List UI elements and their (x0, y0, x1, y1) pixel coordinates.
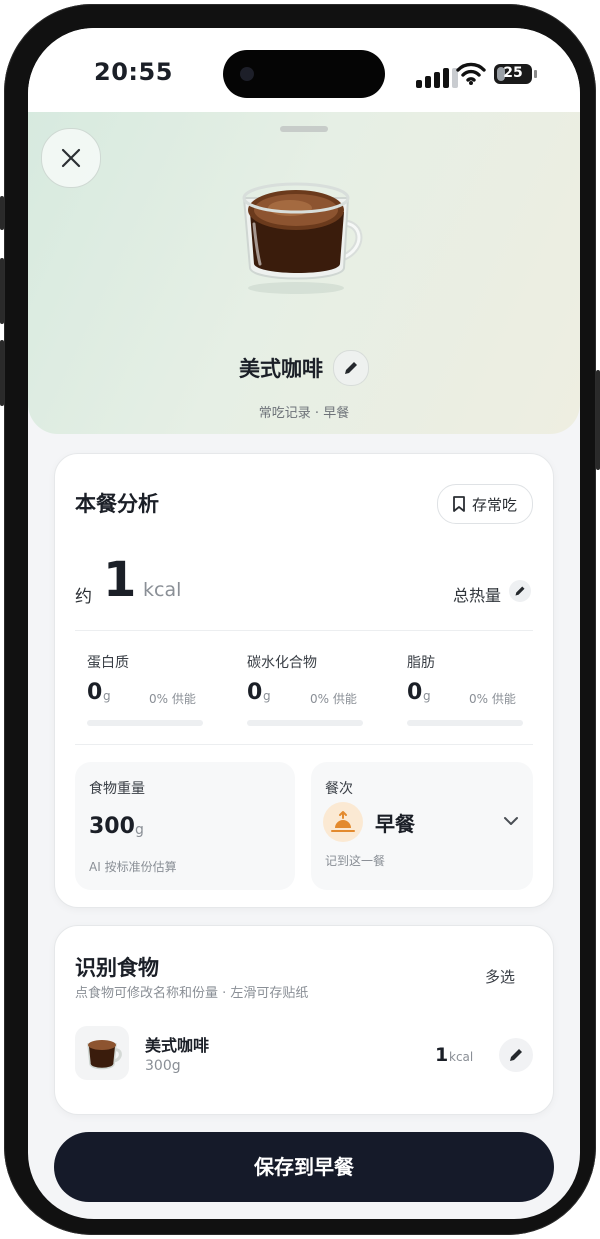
power-button (596, 370, 600, 470)
sheet-handle[interactable] (280, 126, 328, 132)
pencil-icon (515, 586, 525, 596)
food-item-name: 美式咖啡 (145, 1036, 210, 1055)
meal-note: 记到这一餐 (325, 854, 386, 868)
phone-frame: 20:55 25 美式咖啡 常吃记录 · 早餐 本餐分析 存常吃 约 1 kca… (4, 4, 596, 1235)
calorie-unit: kcal (143, 579, 182, 601)
recognized-hint: 点食物可修改名称和份量 · 左滑可存贴纸 (75, 986, 309, 1001)
cellular-signal-icon (416, 66, 460, 88)
macro-supply-protein: 0% 供能 (149, 692, 196, 706)
coffee-cup-image (242, 182, 363, 294)
battery-tip (534, 70, 537, 78)
approx-prefix: 约 (75, 587, 92, 607)
total-calorie-label: 总热量 (453, 586, 502, 605)
food-weight-card[interactable]: 食物重量 300 g AI 按标准份估算 (75, 762, 295, 890)
macro-name-protein: 蛋白质 (87, 655, 129, 671)
save-to-breakfast-button[interactable]: 保存到早餐 (54, 1132, 554, 1202)
wifi-icon (456, 62, 486, 86)
bookmark-icon (453, 496, 465, 512)
status-time: 20:55 (94, 58, 173, 86)
macro-unit-carbs: g (263, 689, 271, 703)
food-item-unit: kcal (449, 1050, 474, 1064)
save-frequent-button[interactable]: 存常吃 (437, 484, 533, 524)
pencil-icon (345, 362, 357, 374)
meal-selector[interactable]: 餐次 早餐 记到这一餐 (311, 762, 533, 890)
food-weight-value: 300 (89, 814, 135, 839)
macro-bar-protein (87, 720, 203, 726)
macro-unit-protein: g (103, 689, 111, 703)
screen: 20:55 25 美式咖啡 常吃记录 · 早餐 本餐分析 存常吃 约 1 kca… (28, 28, 580, 1219)
close-button[interactable] (41, 128, 101, 188)
macro-value-carbs: 0 (247, 680, 263, 705)
hero-header: 美式咖啡 常吃记录 · 早餐 (28, 112, 580, 434)
battery-icon: 25 (494, 64, 532, 84)
divider (75, 630, 533, 631)
edit-name-button[interactable] (333, 350, 369, 386)
macro-name-fat: 脂肪 (407, 655, 435, 671)
multi-select-button[interactable]: 多选 (485, 966, 515, 987)
chevron-down-icon (504, 817, 518, 825)
meal-value: 早餐 (375, 812, 415, 836)
save-frequent-label: 存常吃 (472, 496, 518, 514)
food-weight-unit: g (135, 822, 144, 838)
food-item-calories: 1 (435, 1044, 449, 1066)
battery-level: 25 (503, 65, 523, 81)
macro-supply-carbs: 0% 供能 (310, 692, 357, 706)
food-item-weight: 300g (145, 1058, 181, 1074)
meal-label: 餐次 (325, 781, 353, 797)
sunrise-icon (323, 802, 363, 842)
macro-supply-fat: 0% 供能 (469, 692, 516, 706)
pencil-icon (510, 1049, 522, 1061)
camera-icon (240, 67, 254, 81)
divider (75, 744, 533, 745)
close-icon (61, 148, 81, 168)
analysis-card: 本餐分析 存常吃 约 1 kcal 总热量 蛋白质 0 g 0% 供能 碳水化合… (54, 453, 554, 908)
analysis-title: 本餐分析 (75, 492, 159, 516)
food-weight-label: 食物重量 (89, 781, 145, 797)
macro-bar-carbs (247, 720, 363, 726)
recognized-food-card: 识别食物 多选 点食物可修改名称和份量 · 左滑可存贴纸 美式咖啡 300g 1… (54, 925, 554, 1115)
dish-title-row: 美式咖啡 (28, 350, 580, 386)
calorie-value: 1 (103, 552, 137, 608)
macro-value-protein: 0 (87, 680, 103, 705)
food-list-item[interactable]: 美式咖啡 300g 1 kcal (75, 1026, 533, 1084)
edit-food-button[interactable] (499, 1038, 533, 1072)
recognized-title: 识别食物 (75, 956, 159, 980)
food-weight-note: AI 按标准份估算 (89, 860, 177, 874)
edit-calorie-button[interactable] (509, 580, 531, 602)
macro-bar-fat (407, 720, 523, 726)
food-thumbnail (75, 1026, 129, 1080)
macro-unit-fat: g (423, 689, 431, 703)
macro-value-fat: 0 (407, 680, 423, 705)
dish-name[interactable]: 美式咖啡 (239, 353, 323, 383)
macro-name-carbs: 碳水化合物 (247, 655, 317, 671)
dish-subtitle: 常吃记录 · 早餐 (258, 406, 350, 421)
dynamic-island (223, 50, 385, 98)
